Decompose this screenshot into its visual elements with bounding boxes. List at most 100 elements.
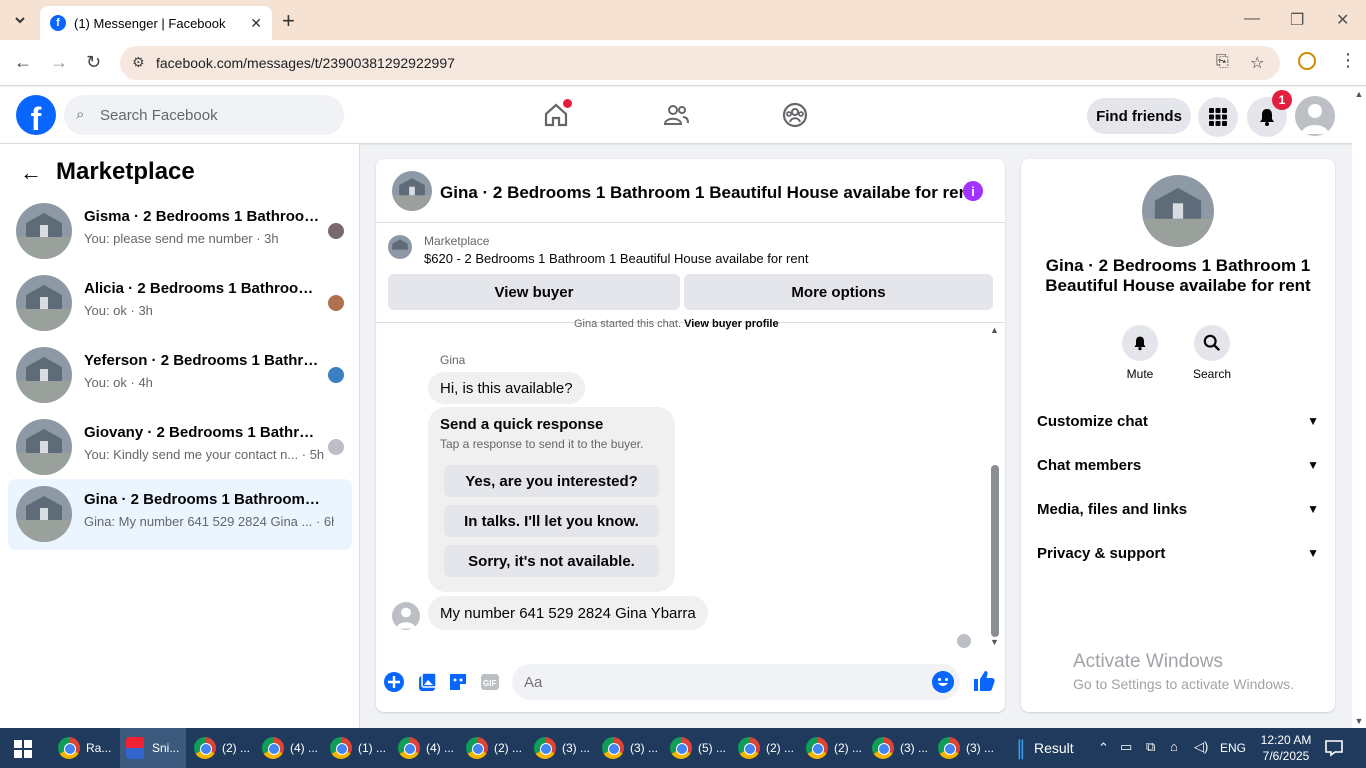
reload-icon[interactable]: ↻ [86, 52, 101, 73]
gif-icon[interactable]: GIF [479, 671, 501, 693]
conversation-item[interactable]: Alicia · 2 Bedrooms 1 Bathroom ... You: … [8, 268, 352, 338]
photo-icon[interactable] [416, 671, 438, 693]
row-label: Privacy & support [1037, 544, 1166, 562]
close-tab-icon[interactable]: ✕ [250, 15, 262, 32]
chat-members-row[interactable]: Chat members ▼ [1037, 453, 1319, 477]
friends-icon[interactable] [662, 101, 690, 129]
url-text: facebook.com/messages/t/2390038129292299… [156, 55, 455, 71]
site-info-icon[interactable]: ⚙ [132, 54, 145, 71]
quick-response-card: Send a quick response Tap a response to … [428, 407, 675, 592]
info-icon[interactable]: i [963, 181, 983, 201]
taskbar-item[interactable]: (3) ... [866, 728, 932, 768]
conversation-item[interactable]: Gisma · 2 Bedrooms 1 Bathroom... You: pl… [8, 196, 352, 266]
account-avatar[interactable] [1295, 96, 1335, 136]
find-friends-button[interactable]: Find friends [1087, 98, 1191, 134]
scroll-down-icon[interactable]: ▼ [990, 637, 999, 647]
taskbar-item[interactable]: (3) ... [596, 728, 662, 768]
taskbar-label: (2) ... [766, 741, 795, 755]
browser-profile-icon[interactable] [1298, 52, 1316, 70]
back-icon[interactable]: ← [14, 52, 32, 73]
taskbar-item[interactable]: (2) ... [732, 728, 798, 768]
conversation-preview: Gina: My number 641 529 2824 Gina ... · … [84, 514, 334, 529]
taskbar-item[interactable]: (2) ... [188, 728, 254, 768]
browser-tab-messenger[interactable]: f (1) Messenger | Facebook ✕ [40, 6, 272, 40]
media-files-links-row[interactable]: Media, files and links ▼ [1037, 497, 1319, 521]
facebook-logo-icon[interactable]: f [16, 95, 56, 135]
conversation-item[interactable]: Yeferson · 2 Bedrooms 1 Bathro... You: o… [8, 340, 352, 410]
scroll-up-icon[interactable]: ▲ [990, 325, 999, 335]
taskbar-label: (4) ... [290, 741, 319, 755]
minimize-icon[interactable]: — [1244, 10, 1260, 28]
volume-icon[interactable]: ◁) [1194, 739, 1208, 755]
message-input[interactable] [512, 664, 960, 700]
chrome-icon [670, 737, 692, 759]
taskbar-label: (3) ... [562, 741, 591, 755]
chat-scrollbar-thumb[interactable] [991, 465, 999, 637]
search-conversation-button[interactable]: Search [1182, 325, 1242, 381]
taskbar-item[interactable]: (3) ... [528, 728, 594, 768]
buyer-avatar [328, 295, 344, 311]
taskbar-item[interactable]: (5) ... [664, 728, 730, 768]
taskbar-item[interactable]: (3) ... [932, 728, 998, 768]
house-thumbnail [16, 347, 72, 403]
incoming-message: Hi, is this available? [428, 372, 585, 404]
browser-menu-icon[interactable]: ⋮ [1339, 50, 1357, 71]
page-scrollbar[interactable]: ▲ ▼ [1352, 87, 1366, 728]
address-bar[interactable]: ⚙ facebook.com/messages/t/23900381292922… [120, 46, 1280, 80]
back-arrow-icon[interactable]: ← [20, 160, 42, 186]
conversation-name: Alicia · 2 Bedrooms 1 Bathroom ... [84, 280, 320, 297]
chat-title[interactable]: Gina · 2 Bedrooms 1 Bathroom 1 Beautiful… [440, 183, 975, 203]
more-options-button[interactable]: More options [684, 274, 993, 310]
chrome-icon [330, 737, 352, 759]
meet-icon[interactable]: ⧉ [1146, 739, 1155, 755]
action-center-icon[interactable] [1325, 739, 1343, 757]
wifi-icon[interactable]: ⌂ [1170, 739, 1178, 754]
emoji-icon[interactable] [932, 671, 954, 693]
quick-reply-button[interactable]: In talks. I'll let you know. [444, 505, 659, 537]
taskbar-item-snipping[interactable]: Sni... [120, 728, 186, 768]
install-app-icon[interactable]: ⎘ [1216, 53, 1229, 71]
listing-description[interactable]: $620 - 2 Bedrooms 1 Bathroom 1 Beautiful… [424, 251, 808, 266]
mute-button[interactable]: Mute [1110, 325, 1170, 381]
taskbar-item[interactable]: (4) ... [392, 728, 458, 768]
forward-icon[interactable]: → [50, 52, 68, 73]
chat-header: Gina · 2 Bedrooms 1 Bathroom 1 Beautiful… [376, 159, 1005, 223]
show-hidden-icons-icon[interactable]: ⌃ [1098, 740, 1109, 756]
started-text: Gina started this chat. [574, 318, 681, 330]
conversation-preview: You: Kindly send me your contact n... · … [84, 447, 325, 462]
conversation-item[interactable]: Giovany · 2 Bedrooms 1 Bathroo... You: K… [8, 412, 352, 482]
close-window-icon[interactable]: ✕ [1336, 10, 1349, 30]
conversation-name: Giovany · 2 Bedrooms 1 Bathroo... [84, 424, 320, 441]
taskbar-item[interactable]: (1) ... [324, 728, 390, 768]
taskbar-label: (3) ... [900, 741, 929, 755]
privacy-support-row[interactable]: Privacy & support ▼ [1037, 541, 1319, 565]
view-buyer-profile-link[interactable]: View buyer profile [684, 318, 779, 330]
view-buyer-button[interactable]: View buyer [388, 274, 680, 310]
weather-widget[interactable]: ∥ Result [1010, 728, 1090, 768]
windows-start-icon[interactable] [14, 740, 32, 758]
taskbar-item[interactable]: (2) ... [800, 728, 866, 768]
quick-reply-button[interactable]: Yes, are you interested? [444, 465, 659, 497]
tab-list-chevron-icon[interactable] [10, 10, 30, 30]
taskbar-item[interactable]: Ra... [52, 728, 118, 768]
groups-icon[interactable] [781, 101, 809, 129]
taskbar-item[interactable]: (4) ... [256, 728, 322, 768]
sticker-icon[interactable] [447, 671, 469, 693]
buyer-avatar [328, 223, 344, 239]
clock[interactable]: 12:20 AM 7/6/2025 [1256, 732, 1316, 764]
facebook-search-input[interactable]: ⌕ Search Facebook [64, 95, 344, 135]
taskbar-item[interactable]: (2) ... [460, 728, 526, 768]
plus-icon[interactable] [383, 671, 405, 693]
bookmark-star-icon[interactable]: ☆ [1250, 53, 1264, 73]
chevron-down-icon: ▼ [1307, 414, 1319, 428]
language-indicator[interactable]: ENG [1220, 741, 1246, 755]
network-battery-icon[interactable]: ▭ [1120, 739, 1132, 755]
thumbs-up-icon[interactable] [972, 669, 996, 693]
browser-toolbar: ← → ↻ ⚙ facebook.com/messages/t/23900381… [0, 40, 1366, 86]
new-tab-icon[interactable]: + [282, 8, 295, 34]
menu-grid-button[interactable] [1198, 97, 1238, 137]
conversation-item-selected[interactable]: Gina · 2 Bedrooms 1 Bathroom 1 B... Gina… [8, 479, 352, 550]
quick-reply-button[interactable]: Sorry, it's not available. [444, 545, 659, 577]
customize-chat-row[interactable]: Customize chat ▼ [1037, 409, 1319, 433]
restore-icon[interactable]: ❐ [1290, 10, 1304, 30]
